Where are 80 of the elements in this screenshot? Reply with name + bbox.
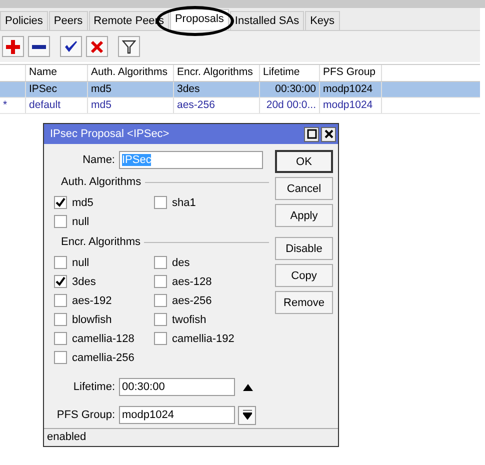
- checkbox-label: 3des: [72, 276, 96, 288]
- column-header[interactable]: Lifetime: [260, 65, 320, 81]
- checkbox[interactable]: [54, 256, 67, 269]
- checkbox-label: camellia-192: [172, 332, 234, 344]
- remove-button[interactable]: [28, 36, 50, 57]
- cross-icon: [90, 40, 104, 54]
- table-cell: 3des: [177, 83, 200, 95]
- checkbox-label: camellia-256: [72, 352, 134, 364]
- column-header[interactable]: Auth. Algorithms: [88, 65, 174, 81]
- table-cell: md5: [91, 83, 112, 95]
- checkbox-label: blowfish: [72, 314, 112, 326]
- plus-icon: [6, 40, 20, 54]
- dialog-button[interactable]: Remove: [275, 291, 333, 314]
- dropdown-button[interactable]: [238, 406, 256, 424]
- column-header[interactable]: PFS Group: [320, 65, 382, 81]
- down-arrow-icon: [242, 410, 252, 420]
- up-triangle-icon[interactable]: [243, 384, 253, 390]
- checkbox[interactable]: [54, 215, 67, 228]
- checkbox[interactable]: [154, 313, 167, 326]
- enable-button[interactable]: [60, 36, 82, 57]
- tab[interactable]: Peers: [48, 11, 88, 30]
- table-cell: 00:30:00: [275, 83, 316, 95]
- tab[interactable]: Keys: [305, 11, 340, 30]
- dialog-button[interactable]: OK: [275, 150, 333, 173]
- checkbox-label: aes-256: [172, 294, 212, 306]
- table-cell: 20d 00:0...: [266, 99, 316, 111]
- dialog-title: IPsec Proposal <IPSec>: [50, 128, 170, 140]
- table-cell: modp1024: [323, 99, 373, 111]
- checkbox-label: null: [72, 216, 90, 228]
- checkbox-label: null: [72, 256, 90, 268]
- close-icon[interactable]: [321, 126, 336, 142]
- table-cell: md5: [91, 99, 112, 111]
- filter-icon: [122, 40, 136, 54]
- checkbox-label: camellia-128: [72, 332, 134, 344]
- checkbox[interactable]: [154, 196, 167, 209]
- field-label: Name:: [82, 154, 115, 166]
- dynamic-marker-text: *: [3, 99, 8, 111]
- table-row[interactable]: IPSec md5 3des 00:30:00 modp1024: [0, 82, 480, 98]
- tab[interactable]: Proposals: [170, 9, 229, 30]
- table-cell: modp1024: [323, 83, 373, 95]
- column-header[interactable]: Name: [26, 65, 88, 81]
- pfs-group-field[interactable]: modp1024: [119, 406, 235, 424]
- group-label: Encr. Algorithms: [60, 236, 142, 248]
- maximize-icon[interactable]: [304, 126, 319, 142]
- field-label: Lifetime:: [72, 381, 115, 393]
- checkbox[interactable]: [154, 332, 167, 345]
- checkbox-label: des: [172, 256, 190, 268]
- table-cell: aes-256: [177, 99, 215, 111]
- table-cell: default: [29, 99, 61, 111]
- dialog-button[interactable]: Copy: [275, 264, 333, 287]
- add-button[interactable]: [2, 36, 24, 57]
- checkbox[interactable]: [154, 294, 167, 307]
- checkbox-label: md5: [72, 196, 94, 208]
- lifetime-field[interactable]: 00:30:00: [119, 378, 235, 396]
- checkbox[interactable]: [54, 196, 67, 209]
- checkbox[interactable]: [54, 313, 67, 326]
- checkbox-label: twofish: [172, 314, 206, 326]
- column-header[interactable]: Encr. Algorithms: [174, 65, 260, 81]
- table-cell: IPSec: [29, 83, 58, 95]
- table-row[interactable]: * default md5 aes-256 20d 00:0... modp1024: [0, 98, 480, 114]
- dialog-button[interactable]: Apply: [275, 204, 333, 227]
- checkbox[interactable]: [54, 351, 67, 364]
- checkbox[interactable]: [154, 256, 167, 269]
- checkbox[interactable]: [54, 294, 67, 307]
- field-label: PFS Group:: [56, 409, 115, 421]
- checkbox-label: aes-128: [172, 276, 212, 288]
- checkbox[interactable]: [54, 275, 67, 288]
- checkbox[interactable]: [154, 275, 167, 288]
- filter-button[interactable]: [118, 36, 140, 57]
- disable-button[interactable]: [86, 36, 108, 57]
- checkbox-label: aes-192: [72, 294, 112, 306]
- tab[interactable]: Policies: [0, 11, 48, 30]
- tab[interactable]: Installed SAs: [230, 11, 304, 30]
- check-icon: [64, 40, 78, 54]
- group-label: Auth. Algorithms: [60, 176, 142, 188]
- checkbox-label: sha1: [172, 196, 196, 208]
- dialog-button[interactable]: Cancel: [275, 177, 333, 200]
- status-text: enabled: [47, 431, 86, 443]
- checkbox[interactable]: [54, 332, 67, 345]
- dialog-button[interactable]: Disable: [275, 237, 333, 260]
